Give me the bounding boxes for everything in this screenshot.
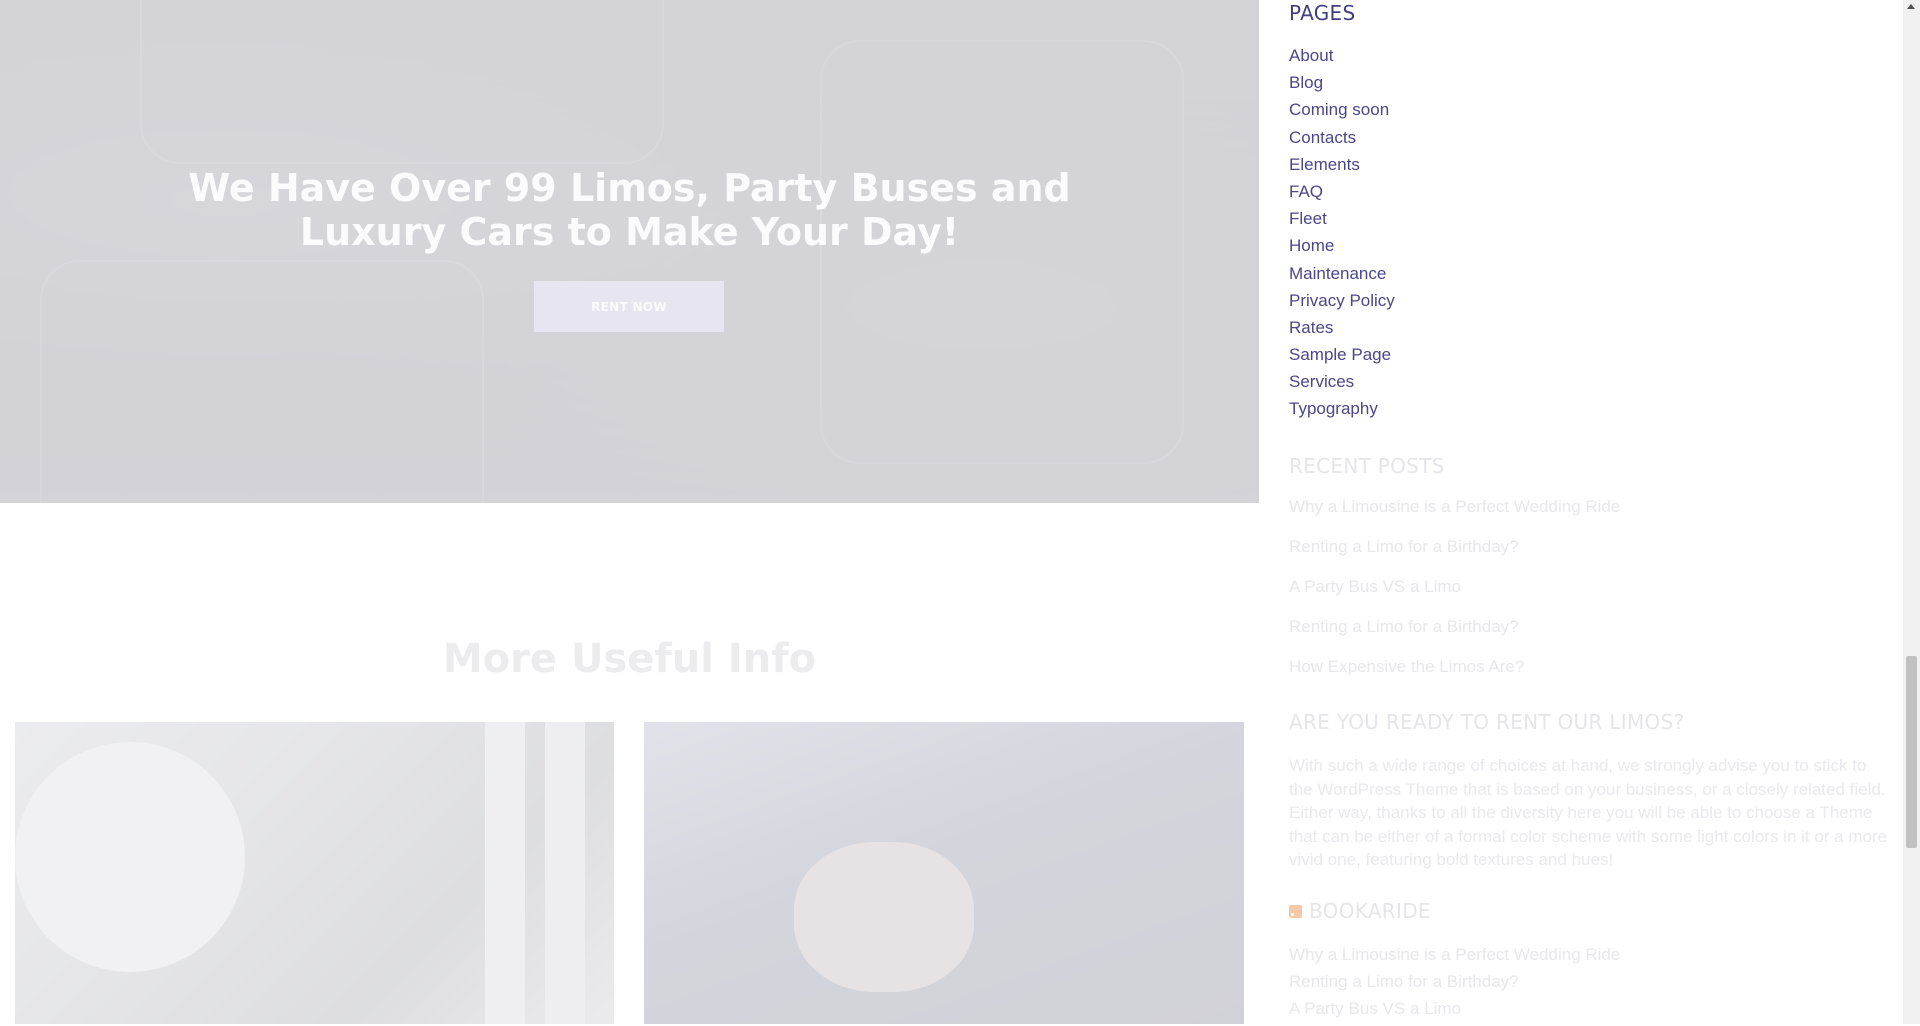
list-item: Why a Limousine is a Perfect Wedding Rid… [1289,496,1620,536]
list-item: Renting a Limo for a Birthday? [1289,536,1620,576]
list-item: Elements [1289,154,1395,181]
pages-link-coming-soon[interactable]: Coming soon [1289,100,1389,119]
bookaride-link[interactable]: Renting a Limo for a Birthday? [1289,972,1519,991]
scroll-up-arrow-icon[interactable] [1907,4,1915,9]
image-overlay [644,722,1244,1024]
list-item: Renting a Limo for a Birthday? [1289,971,1620,998]
pages-link-services[interactable]: Services [1289,372,1354,391]
list-item: About [1289,45,1395,72]
pages-link-privacy-policy[interactable]: Privacy Policy [1289,291,1395,310]
recent-post-link[interactable]: Renting a Limo for a Birthday? [1289,617,1519,636]
recent-post-link[interactable]: Why a Limousine is a Perfect Wedding Rid… [1289,497,1620,516]
more-info-title: More Useful Info [442,636,817,682]
hero-title-line1: We Have Over 99 Limos, Party Buses and [188,166,1071,210]
list-item: Contacts [1289,127,1395,154]
list-item: Privacy Policy [1289,290,1395,317]
list-item: A Party Bus VS a Limo [1289,998,1620,1025]
recent-post-link[interactable]: How Expensive the Limos Are? [1289,657,1524,676]
bookaride-link[interactable]: Why a Limousine is a Perfect Wedding Rid… [1289,945,1620,964]
pages-link-maintenance[interactable]: Maintenance [1289,264,1386,283]
list-item: Rates [1289,317,1395,344]
pages-link-about[interactable]: About [1289,46,1333,65]
recent-post-link[interactable]: Renting a Limo for a Birthday? [1289,537,1519,556]
list-item: Fleet [1289,208,1395,235]
pages-link-sample-page[interactable]: Sample Page [1289,345,1391,364]
limo-door-image[interactable] [644,722,1244,1024]
rss-icon[interactable] [1289,905,1302,918]
pages-link-faq[interactable]: FAQ [1289,182,1323,201]
recent-post-link[interactable]: A Party Bus VS a Limo [1289,577,1461,596]
pages-widget-title: PAGES [1289,1,1356,25]
pages-link-typography[interactable]: Typography [1289,399,1378,418]
hero-banner: We Have Over 99 Limos, Party Buses and L… [0,0,1259,503]
recent-posts-title: RECENT POSTS [1289,454,1445,478]
list-item: Renting a Limo for a Birthday? [1289,616,1620,656]
list-item: FAQ [1289,181,1395,208]
list-item: Coming soon [1289,99,1395,126]
hero-title: We Have Over 99 Limos, Party Buses and L… [0,166,1259,254]
pages-link-fleet[interactable]: Fleet [1289,209,1327,228]
pages-link-rates[interactable]: Rates [1289,318,1333,337]
bookaride-list: Why a Limousine is a Perfect Wedding Rid… [1289,944,1620,1026]
list-item: Sample Page [1289,344,1395,371]
list-item: A Party Bus VS a Limo [1289,576,1620,616]
list-item: Maintenance [1289,263,1395,290]
recent-posts-list: Why a Limousine is a Perfect Wedding Rid… [1289,496,1620,696]
wedding-couple-image[interactable] [15,722,614,1024]
bookaride-link[interactable]: A Party Bus VS a Limo [1289,999,1461,1018]
bookaride-widget-title[interactable]: BOOKARIDE [1309,899,1431,923]
list-item: Blog [1289,72,1395,99]
pages-link-elements[interactable]: Elements [1289,155,1360,174]
rent-now-button[interactable]: RENT NOW [534,281,724,332]
hero-title-line2: Luxury Cars to Make Your Day! [299,210,960,254]
pages-link-home[interactable]: Home [1289,236,1334,255]
list-item: Why a Limousine is a Perfect Wedding Rid… [1289,944,1620,971]
pages-link-contacts[interactable]: Contacts [1289,128,1356,147]
ready-widget-title: ARE YOU READY TO RENT OUR LIMOS? [1289,710,1685,734]
page-scrollbar[interactable] [1903,0,1920,1024]
ready-widget-text: With such a wide range of choices at han… [1289,756,1888,869]
pages-link-blog[interactable]: Blog [1289,73,1323,92]
list-item: How Expensive the Limos Are? [1289,656,1620,696]
pages-list: About Blog Coming soon Contacts Elements… [1289,45,1395,426]
list-item: Typography [1289,398,1395,425]
list-item: Services [1289,371,1395,398]
scrollbar-thumb[interactable] [1906,656,1917,848]
image-overlay [15,722,614,1024]
list-item: Home [1289,235,1395,262]
